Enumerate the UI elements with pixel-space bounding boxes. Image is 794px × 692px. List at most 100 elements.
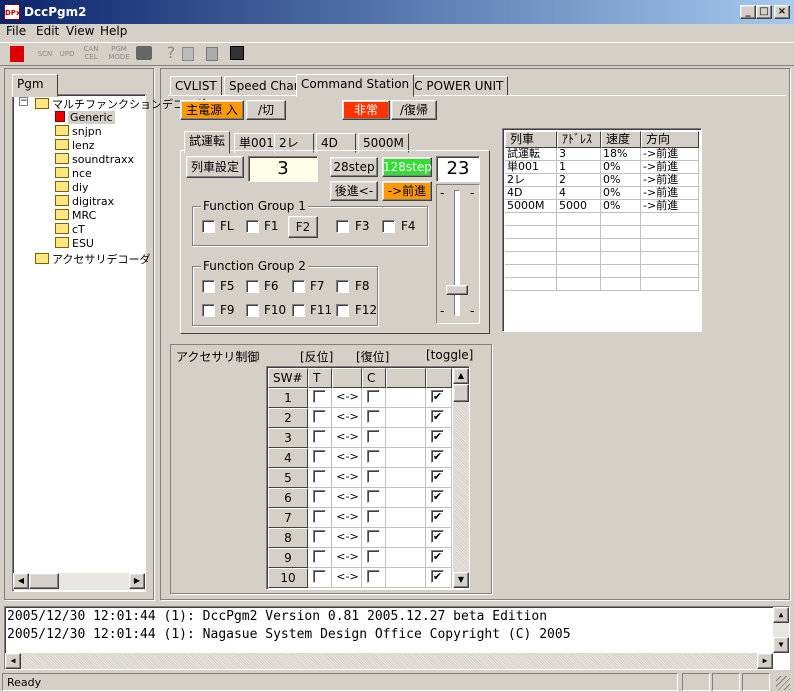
close-checkbox[interactable]	[367, 410, 380, 423]
upd-icon[interactable]: UPD	[56, 50, 78, 68]
scroll-down-icon[interactable]: ▼	[453, 572, 469, 588]
train-settings-button[interactable]: 列車設定	[186, 156, 244, 178]
train-list-cell[interactable]: 2	[557, 174, 601, 187]
scroll-down-icon[interactable]: ▼	[773, 637, 789, 653]
reverse-button[interactable]: 後進<-	[330, 181, 378, 201]
close-checkbox[interactable]	[367, 530, 380, 543]
tree-node-digitrax[interactable]: digitrax	[55, 195, 114, 208]
train-list-empty-cell[interactable]	[601, 252, 641, 265]
train-list-empty-cell[interactable]	[641, 265, 699, 278]
tree-node-esu[interactable]: ESU	[55, 237, 94, 250]
train-list-empty-cell[interactable]	[557, 252, 601, 265]
tab-pgm[interactable]: Pgm	[12, 74, 58, 97]
menu-edit[interactable]: Edit	[36, 24, 59, 38]
train-list-cell[interactable]: 4	[557, 187, 601, 200]
tree-expander[interactable]: −	[19, 97, 28, 106]
close-checkbox[interactable]	[367, 490, 380, 503]
save-icon[interactable]	[230, 46, 244, 60]
menu-view[interactable]: View	[66, 24, 94, 38]
resize-grip-icon[interactable]	[776, 676, 790, 690]
tree-node-accessory-decoder[interactable]: アクセサリデコーダ	[35, 251, 150, 267]
cancel-icon[interactable]: CAN CEL	[80, 45, 102, 63]
emergency-button[interactable]: 非常	[342, 100, 390, 120]
help-icon[interactable]: ?	[160, 44, 182, 62]
toggle-checkbox[interactable]: ✔	[431, 490, 444, 503]
toggle-checkbox[interactable]: ✔	[431, 430, 444, 443]
train-list-cell[interactable]: 0%	[601, 174, 641, 187]
throw-checkbox[interactable]	[313, 490, 326, 503]
fl-checkbox[interactable]	[202, 220, 215, 233]
f7-checkbox[interactable]	[292, 280, 305, 293]
header-train[interactable]: 列車	[505, 131, 557, 148]
train-list-empty-cell[interactable]	[505, 226, 557, 239]
train-list-cell[interactable]: 単001	[505, 161, 557, 174]
tree-node-ct[interactable]: cT	[55, 223, 85, 236]
scroll-right-icon[interactable]: ▶	[757, 653, 773, 669]
toggle-checkbox[interactable]: ✔	[431, 450, 444, 463]
scroll-left-icon[interactable]: ◀	[13, 573, 29, 589]
toggle-checkbox[interactable]: ✔	[431, 470, 444, 483]
scroll-thumb[interactable]	[453, 384, 469, 402]
train-list-empty-cell[interactable]	[601, 239, 641, 252]
f9-checkbox[interactable]	[202, 304, 215, 317]
train-list-cell[interactable]: 0%	[601, 161, 641, 174]
menu-file[interactable]: File	[6, 24, 26, 38]
toggle-checkbox[interactable]: ✔	[431, 410, 444, 423]
power-off-button[interactable]: /切	[246, 100, 286, 120]
train-list-cell[interactable]: 0%	[601, 200, 641, 213]
train-list-empty-cell[interactable]	[505, 239, 557, 252]
close-checkbox[interactable]	[367, 390, 380, 403]
train-list-cell[interactable]: 2レ	[505, 174, 557, 187]
train-list-empty-cell[interactable]	[557, 226, 601, 239]
f6-checkbox[interactable]	[246, 280, 259, 293]
toggle-checkbox[interactable]: ✔	[431, 510, 444, 523]
train-list-empty-cell[interactable]	[601, 226, 641, 239]
train-list-empty-cell[interactable]	[601, 265, 641, 278]
close-checkbox[interactable]	[367, 430, 380, 443]
f5-checkbox[interactable]	[202, 280, 215, 293]
train-list-empty-cell[interactable]	[557, 239, 601, 252]
scroll-up-icon[interactable]: ▲	[453, 368, 469, 384]
toggle-checkbox[interactable]: ✔	[431, 390, 444, 403]
maximize-button[interactable]: □	[756, 5, 772, 19]
f2-button[interactable]: F2	[288, 216, 318, 238]
toggle-checkbox[interactable]: ✔	[431, 530, 444, 543]
f11-checkbox[interactable]	[292, 304, 305, 317]
speed-slider-track[interactable]	[454, 190, 460, 316]
toggle-checkbox[interactable]: ✔	[431, 550, 444, 563]
train-list-cell[interactable]: 3	[557, 148, 601, 161]
tab-dc-power-unit[interactable]: DC POWER UNIT	[400, 76, 509, 96]
f12-checkbox[interactable]	[336, 304, 349, 317]
train-list-empty-cell[interactable]	[505, 213, 557, 226]
close-checkbox[interactable]	[367, 570, 380, 583]
train-list-empty-cell[interactable]	[641, 226, 699, 239]
log-vertical-scrollbar[interactable]: ▲ ▼	[773, 607, 789, 653]
train-list-empty-cell[interactable]	[601, 278, 641, 291]
tab-command-station[interactable]: Command Station	[296, 74, 415, 97]
train-list-empty-cell[interactable]	[557, 265, 601, 278]
recover-button[interactable]: /復帰	[391, 100, 437, 120]
f1-checkbox[interactable]	[246, 220, 259, 233]
throw-checkbox[interactable]	[313, 390, 326, 403]
f8-checkbox[interactable]	[336, 280, 349, 293]
f4-checkbox[interactable]	[382, 220, 395, 233]
throw-checkbox[interactable]	[313, 450, 326, 463]
train-list-cell[interactable]: 5000M	[505, 200, 557, 213]
throw-checkbox[interactable]	[313, 530, 326, 543]
printer-icon[interactable]	[136, 46, 152, 60]
pgm-mode-icon[interactable]: PGM MODE	[108, 45, 130, 63]
forward-button[interactable]: ->前進	[382, 181, 432, 201]
speed-slider-thumb[interactable]	[446, 285, 468, 295]
train-list-cell[interactable]: ->前進	[641, 200, 699, 213]
tree-node-nce[interactable]: nce	[55, 167, 92, 180]
f10-checkbox[interactable]	[246, 304, 259, 317]
train-list-empty-cell[interactable]	[505, 252, 557, 265]
f3-checkbox[interactable]	[336, 220, 349, 233]
throw-checkbox[interactable]	[313, 570, 326, 583]
train-list-empty-cell[interactable]	[641, 239, 699, 252]
close-checkbox[interactable]	[367, 550, 380, 563]
close-checkbox[interactable]	[367, 470, 380, 483]
tab-cvlist[interactable]: CVLIST	[170, 76, 222, 96]
step128-button[interactable]: 128step	[382, 157, 432, 177]
switch-table-scrollbar[interactable]: ▲ ▼	[453, 368, 469, 588]
